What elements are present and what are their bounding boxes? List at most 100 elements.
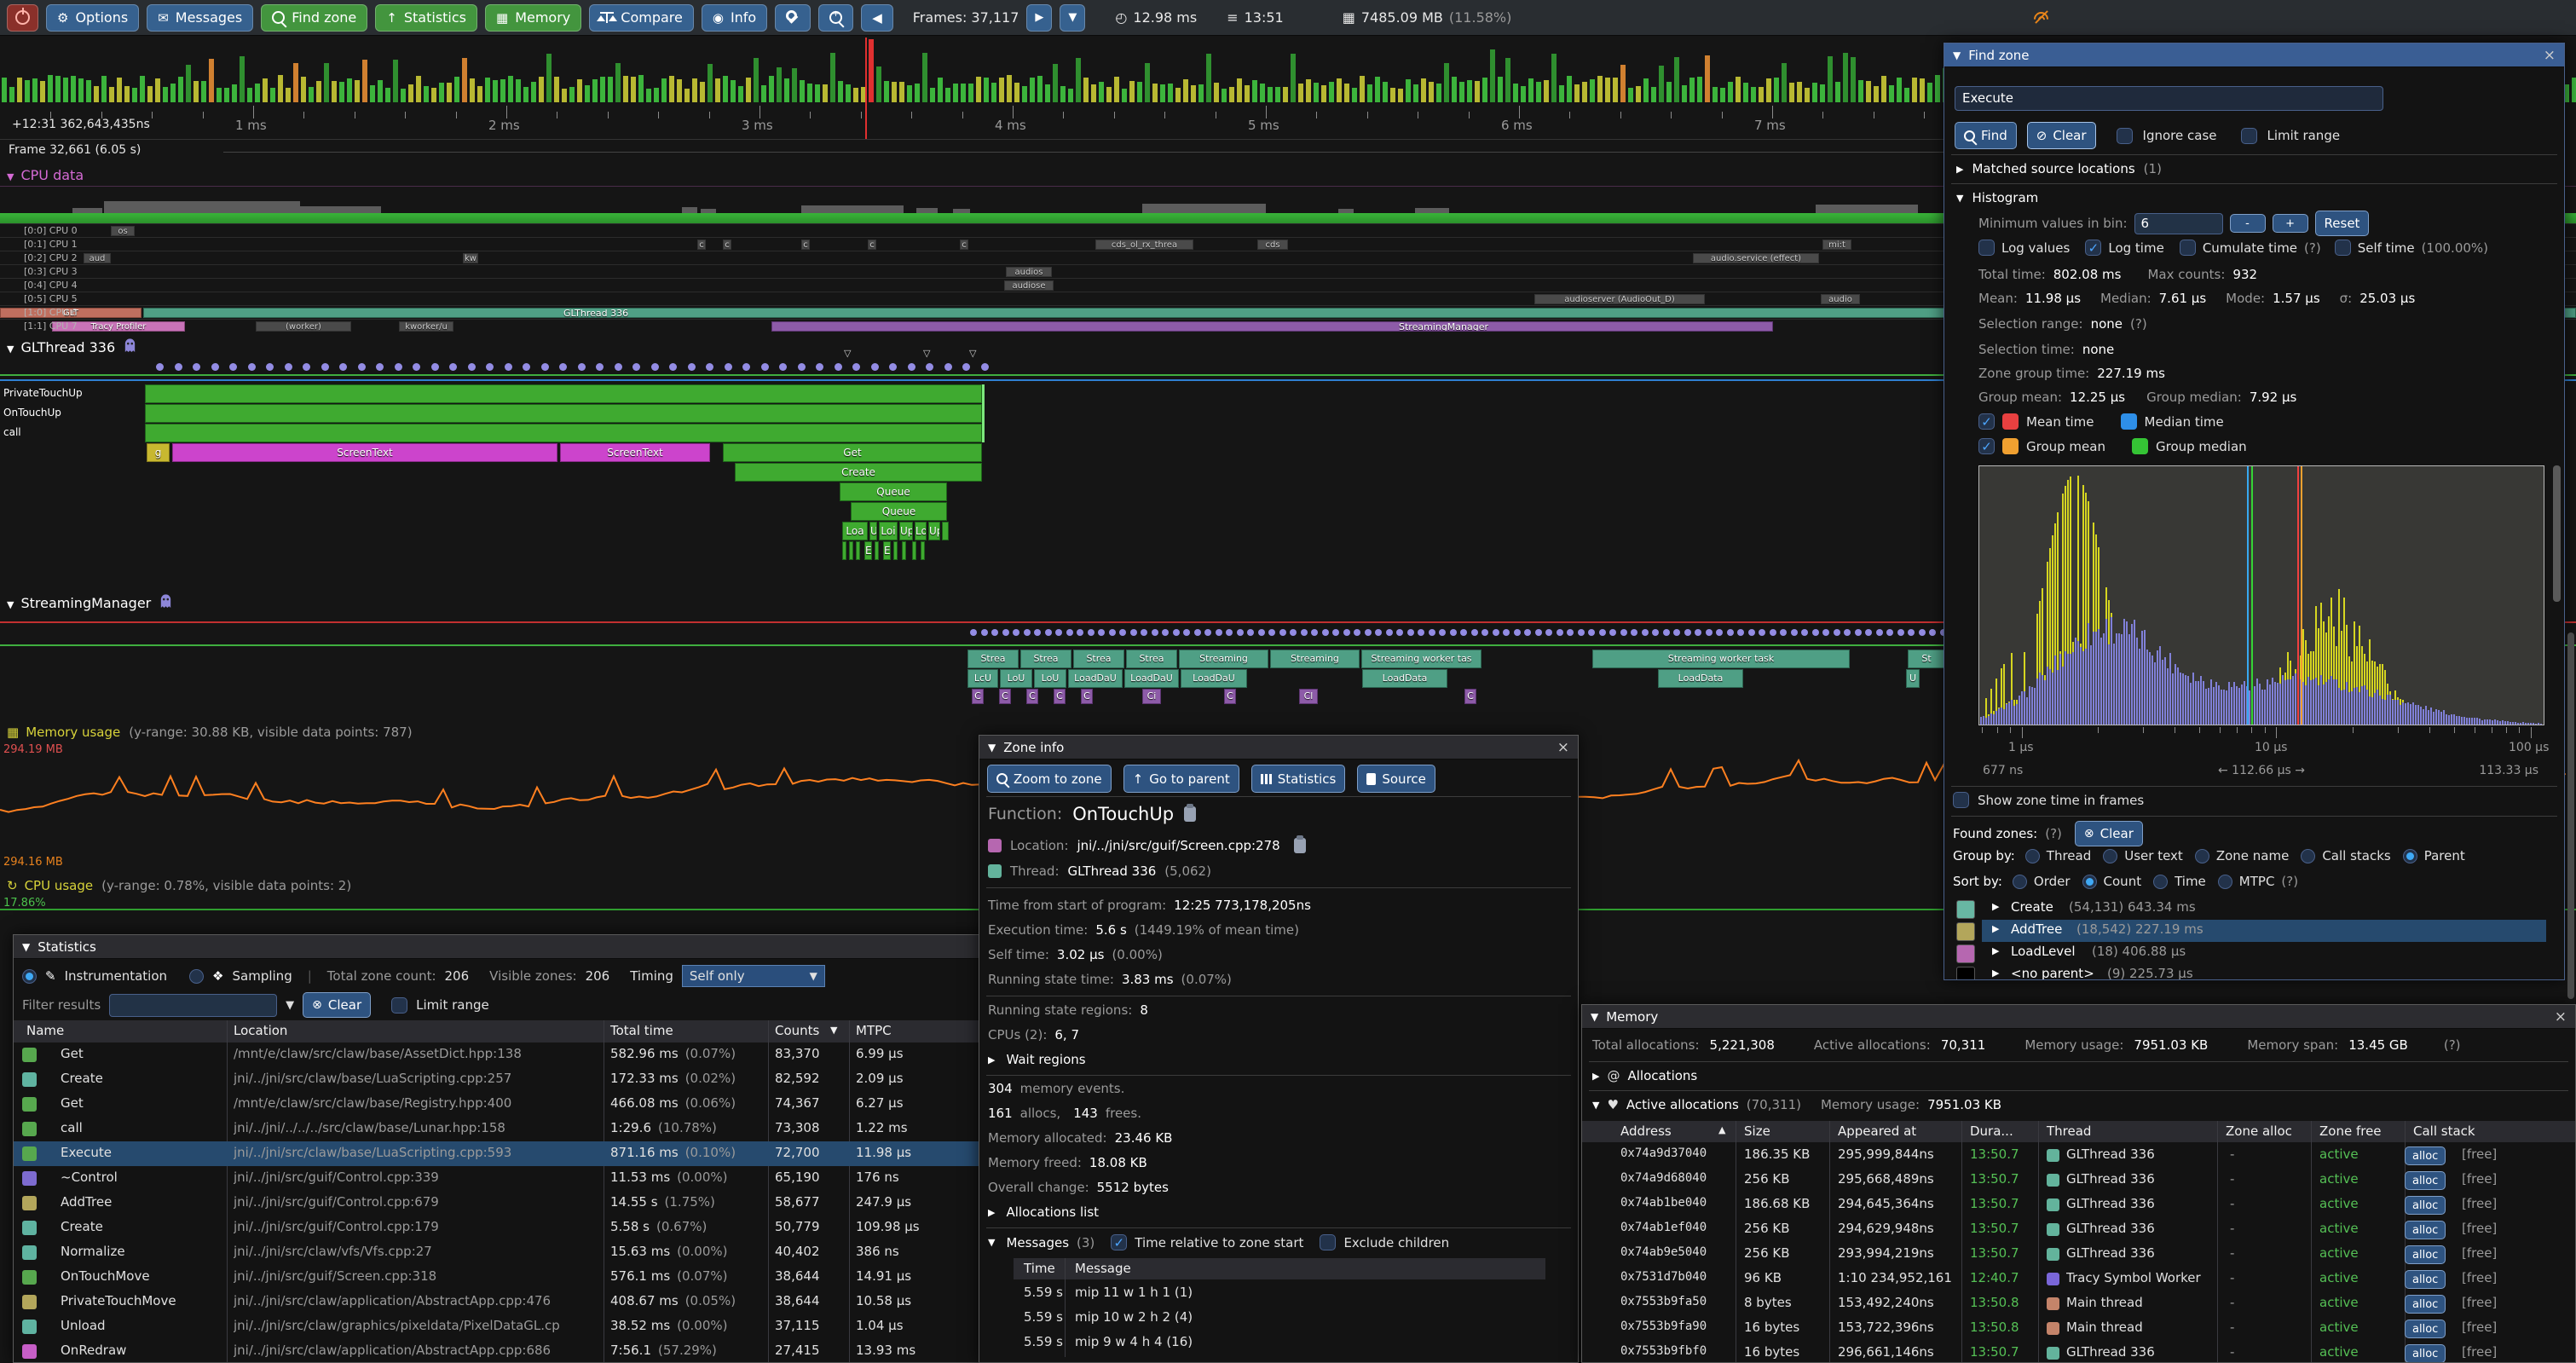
message-row[interactable]: 5.59 smip 9 w 4 h 4 (16) (1014, 1331, 1545, 1355)
instrumentation-radio[interactable] (22, 969, 37, 984)
sample-dot[interactable] (559, 363, 567, 371)
streaming-zone[interactable]: C (999, 689, 1011, 704)
sample-dot[interactable] (1322, 629, 1329, 636)
cpu-zone[interactable]: c (697, 240, 706, 250)
streaming-zone[interactable]: C (1054, 689, 1066, 704)
column-header-time[interactable]: Time (1024, 1261, 1055, 1276)
sort-by-radio-time[interactable] (2153, 875, 2168, 889)
zone-info-button-zoom-to-zone[interactable]: Zoom to zone (987, 765, 1112, 793)
cumulate-time-checkbox[interactable] (2180, 240, 2196, 256)
sample-dot[interactable] (1301, 629, 1308, 636)
glthread-header[interactable]: ▼GLThread 336 (7, 338, 136, 355)
sample-dot[interactable] (1418, 629, 1424, 636)
streaming-zone[interactable]: C (1464, 689, 1476, 704)
found-zone-row[interactable]: ▶LoadLevel(18) 406.88 µs (1944, 942, 2551, 964)
toolbar-button-compare[interactable]: Compare (589, 4, 694, 32)
sample-dot[interactable] (1226, 629, 1233, 636)
cpu-data-header[interactable]: ▼CPU data (7, 167, 84, 183)
toolbar-button-wrench-icon[interactable] (775, 4, 811, 32)
sample-dot[interactable] (1897, 629, 1904, 636)
sample-dot[interactable] (339, 363, 347, 371)
column-header-counts[interactable]: Counts (775, 1023, 819, 1038)
glthread-zone[interactable]: Get (723, 443, 982, 462)
cpu-zone[interactable]: audios (1006, 267, 1052, 277)
sample-dot[interactable] (1450, 629, 1457, 636)
streaming-zone[interactable]: LoU (1000, 669, 1032, 688)
glthread-zone[interactable] (942, 522, 949, 540)
sample-dot[interactable] (651, 363, 659, 371)
sample-dot[interactable] (1439, 629, 1446, 636)
table-row[interactable]: Get/mnt/e/claw/src/claw/base/AssetDict.h… (14, 1042, 1009, 1067)
cpu-zone[interactable]: kworker/u (399, 321, 453, 332)
sample-dot[interactable] (1183, 629, 1190, 636)
zone-info-button-go-to-parent[interactable]: ↑Go to parent (1123, 765, 1239, 793)
sample-dot[interactable] (1343, 629, 1350, 636)
memory-row[interactable]: 0x74ab1be040186.68 KB294,645,364ns13:50.… (1582, 1193, 2575, 1217)
statistics-titlebar[interactable]: ▼Statistics× (14, 935, 1009, 959)
glthread-zone[interactable] (875, 541, 879, 560)
sample-dot[interactable] (431, 363, 439, 371)
streaming-zone[interactable]: C (1081, 689, 1093, 704)
sample-dot[interactable] (1727, 629, 1734, 636)
sample-dot[interactable] (615, 363, 622, 371)
sample-dot[interactable] (798, 363, 806, 371)
sample-dot[interactable] (1471, 629, 1478, 636)
sample-dot[interactable] (1812, 629, 1819, 636)
sample-dot[interactable] (505, 363, 512, 371)
log-values-checkbox[interactable] (1978, 240, 1995, 256)
cpu-zone[interactable]: audio (1821, 294, 1860, 304)
column-header-total-time[interactable]: Total time (610, 1023, 673, 1038)
sample-dot[interactable] (1375, 629, 1382, 636)
sample-dot[interactable] (1332, 629, 1339, 636)
sample-dot[interactable] (1695, 629, 1701, 636)
sample-dot[interactable] (816, 363, 823, 371)
table-row[interactable]: OnRedrawjni/../jni/src/claw/application/… (14, 1339, 1009, 1363)
play-button[interactable]: ▶ (1026, 4, 1052, 32)
sample-dot[interactable] (1908, 629, 1915, 636)
sample-dot[interactable] (632, 363, 640, 371)
sample-dot[interactable] (1578, 629, 1585, 636)
glthread-zone[interactable]: Up (928, 522, 940, 540)
sample-dot[interactable] (285, 363, 292, 371)
glthread-zone[interactable]: E (864, 541, 872, 560)
toolbar-button-options[interactable]: ⚙Options (46, 4, 139, 32)
table-row[interactable]: Executejni/../jni/src/claw/base/LuaScrip… (14, 1141, 1009, 1166)
streaming-zone[interactable]: LoadData (1362, 669, 1447, 688)
toolbar-button-power-icon[interactable] (7, 4, 38, 32)
toolbar-button-caret-left-icon[interactable]: ◀ (861, 4, 893, 32)
frame-down-button[interactable]: ▼ (1060, 4, 1085, 32)
sample-dot[interactable] (1237, 629, 1244, 636)
sample-dot[interactable] (1002, 629, 1009, 636)
glthread-zone[interactable]: Queue (851, 502, 947, 521)
streaming-zone[interactable]: Strea (1126, 650, 1177, 668)
filter-input[interactable] (109, 994, 277, 1017)
sample-dot[interactable] (1865, 629, 1872, 636)
memory-usage-header[interactable]: ▦Memory usage(y-range: 30.88 KB, visible… (7, 725, 413, 740)
decrease-button[interactable]: - (2230, 214, 2266, 233)
cpu-zone[interactable]: audiose (1004, 280, 1054, 291)
glthread-zone[interactable] (921, 541, 925, 560)
column-header-size[interactable]: Size (1744, 1123, 1770, 1139)
find-button[interactable]: Find (1955, 122, 2017, 149)
table-row[interactable]: AddTreejni/../jni/src/guif/Control.cpp:6… (14, 1191, 1009, 1216)
sample-dot[interactable] (1770, 629, 1776, 636)
sample-dot[interactable] (1119, 629, 1126, 636)
time-relative-checkbox[interactable]: ✓ (1111, 1234, 1127, 1250)
sample-dot[interactable] (1834, 629, 1840, 636)
alloc-callstack-button[interactable]: alloc (2405, 1171, 2446, 1190)
sample-dot[interactable] (1599, 629, 1606, 636)
sample-dot[interactable] (413, 363, 420, 371)
glthread-zone[interactable]: Loi (879, 522, 898, 540)
sample-dot[interactable] (1077, 629, 1083, 636)
glthread-zone[interactable]: Create (735, 463, 982, 482)
sample-dot[interactable] (175, 363, 182, 371)
streaming-zone[interactable]: LoU (1034, 669, 1066, 688)
sample-dot[interactable] (1290, 629, 1297, 636)
memory-row[interactable]: 0x7553b9fbf016 bytes296,661,146ns13:50.7… (1582, 1341, 2575, 1363)
memory-row[interactable]: 0x7531d7b04096 KB1:10 234,952,16112:40.7… (1582, 1267, 2575, 1291)
zone-info-titlebar[interactable]: ▼Zone info× (979, 736, 1578, 759)
sampling-radio[interactable] (189, 969, 204, 984)
alloc-callstack-button[interactable]: alloc (2405, 1295, 2446, 1314)
table-row[interactable]: OnTouchMovejni/../jni/src/guif/Screen.cp… (14, 1265, 1009, 1290)
sort-by-radio-order[interactable] (2013, 875, 2027, 889)
